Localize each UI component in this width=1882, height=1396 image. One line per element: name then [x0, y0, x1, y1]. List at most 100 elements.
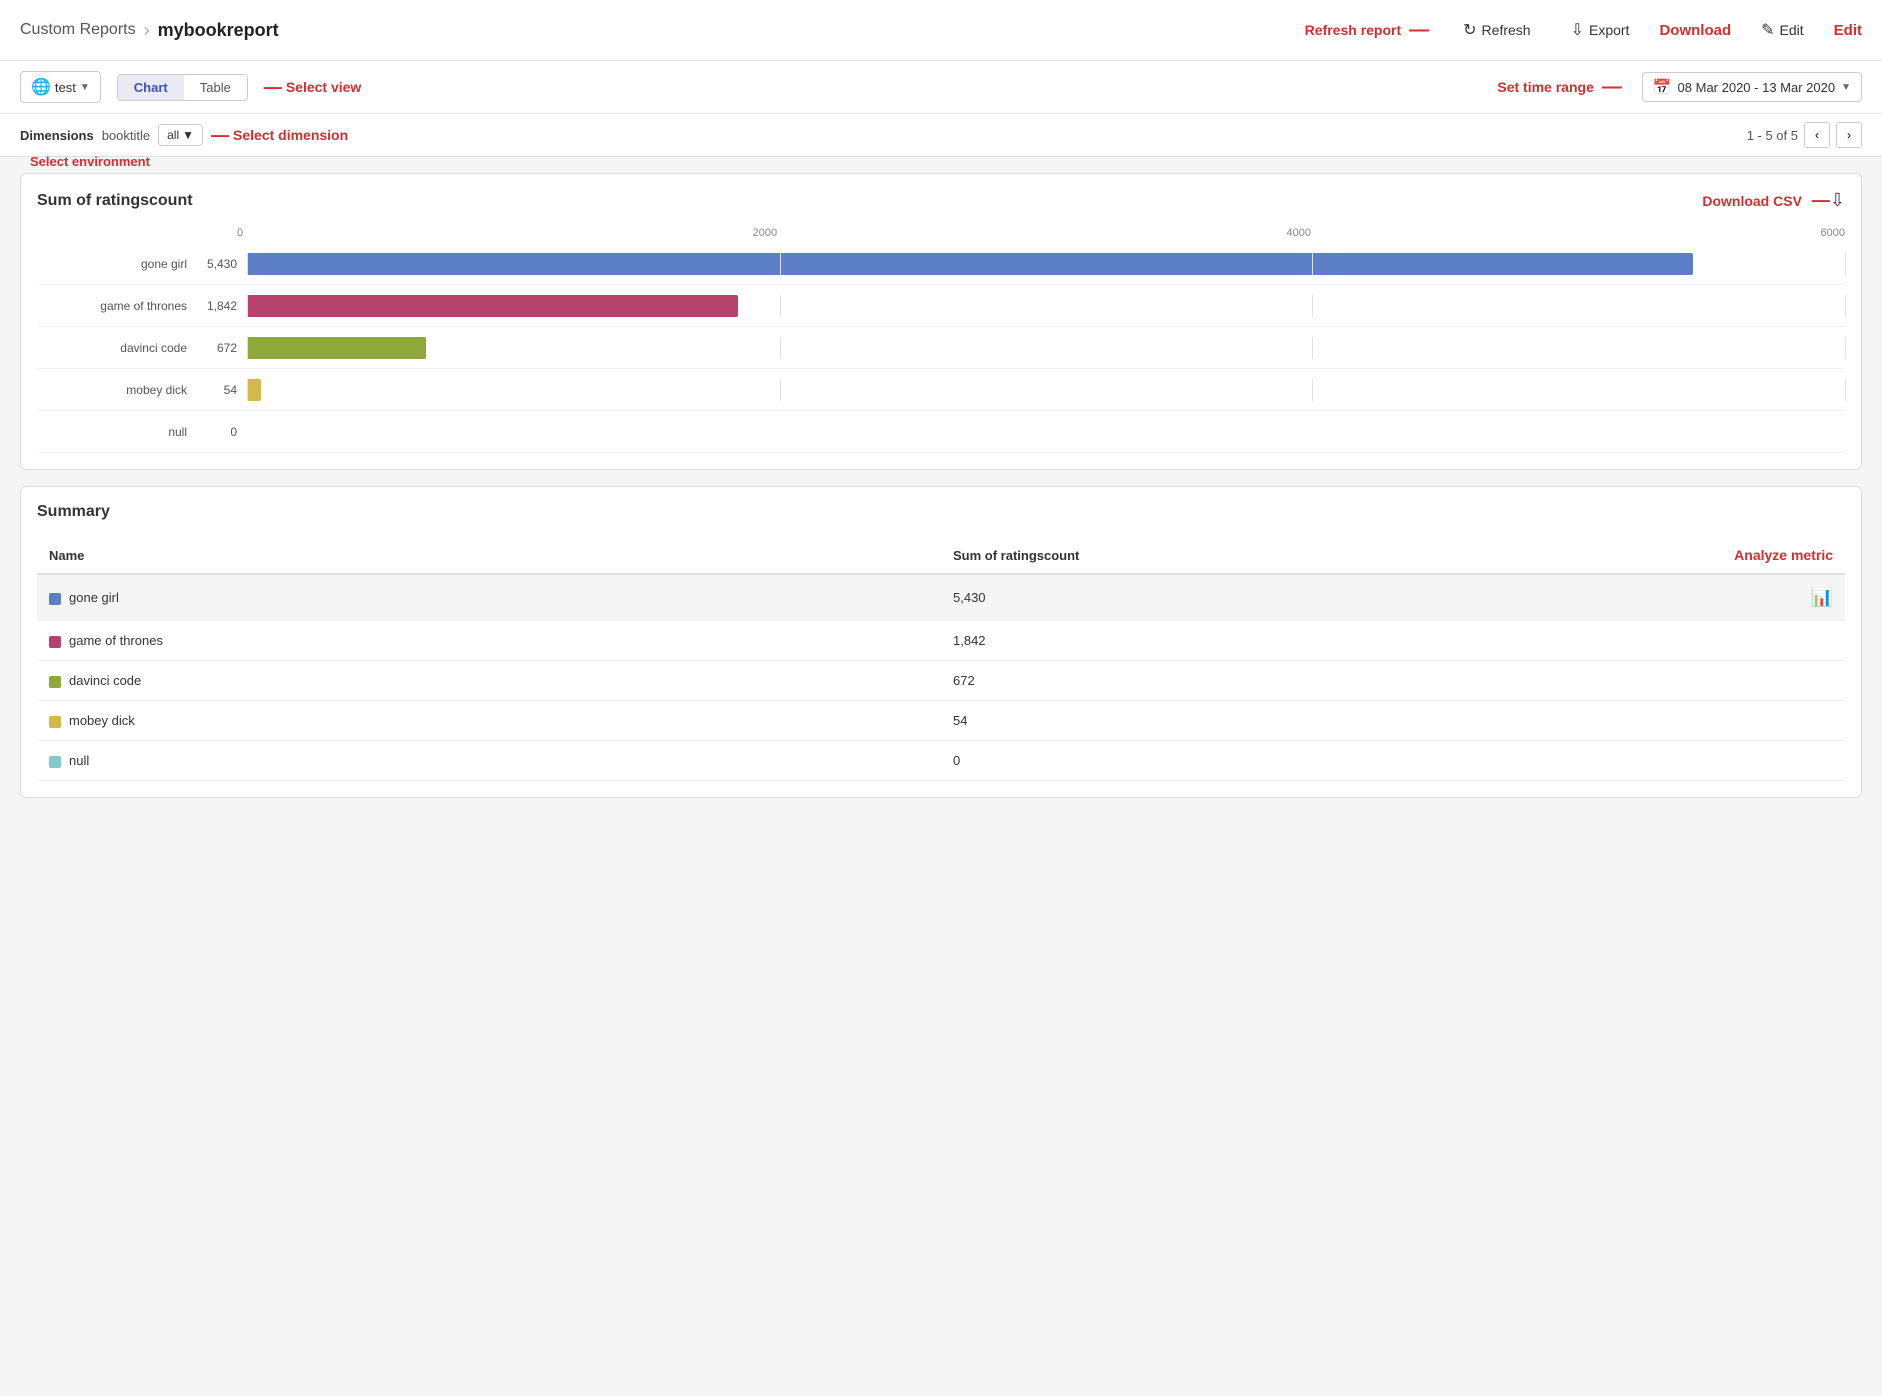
- date-range-picker[interactable]: 📅 08 Mar 2020 - 13 Mar 2020 ▼: [1642, 72, 1862, 102]
- table-cell-analyze: [1664, 701, 1845, 741]
- analyze-metric-icon[interactable]: 📊: [1811, 587, 1833, 607]
- select-view-annotation: — Select view: [264, 77, 362, 98]
- set-time-annotation: Set time range —: [1497, 76, 1625, 99]
- chart-bar-area: [247, 253, 1845, 275]
- refresh-button[interactable]: ↻ Refresh: [1453, 14, 1540, 46]
- chart-bar-area: [247, 379, 1845, 401]
- table-cell-value: 0: [941, 741, 1664, 781]
- export-icon: ⇩: [1571, 20, 1584, 40]
- chart-row-label: mobey dick: [37, 383, 197, 397]
- chart-bar-area: [247, 337, 1845, 359]
- table-cell-name: game of thrones: [37, 621, 941, 661]
- dimension-field: booktitle: [102, 128, 150, 143]
- table-cell-analyze: 📊: [1664, 574, 1845, 621]
- color-indicator: [49, 716, 61, 728]
- table-cell-analyze: [1664, 621, 1845, 661]
- next-page-button[interactable]: ›: [1836, 122, 1862, 148]
- edit-icon: ✎: [1761, 20, 1774, 40]
- chart-card-header: Sum of ratingscount Download CSV — ⇩: [37, 190, 1845, 211]
- environment-selector[interactable]: 🌐 test ▼: [20, 71, 101, 103]
- table-row: mobey dick54: [37, 701, 1845, 741]
- chart-bar-area: [247, 295, 1845, 317]
- color-indicator: [49, 756, 61, 768]
- chart-row-value: 5,430: [197, 257, 247, 271]
- download-csv-annotation: Download CSV —: [1702, 190, 1830, 211]
- table-cell-value: 672: [941, 661, 1664, 701]
- tab-table[interactable]: Table: [184, 75, 247, 100]
- dimensions-label: Dimensions: [20, 128, 94, 143]
- main-content: Sum of ratingscount Download CSV — ⇩ 0 2…: [0, 157, 1882, 814]
- chart-row: mobey dick54: [37, 369, 1845, 411]
- dimension-filter-dropdown[interactable]: all ▼: [158, 124, 203, 146]
- table-cell-analyze: [1664, 661, 1845, 701]
- breadcrumb-separator: ›: [144, 20, 150, 41]
- refresh-icon: ↻: [1463, 20, 1476, 40]
- chart-row-value: 1,842: [197, 299, 247, 313]
- app-header: Custom Reports › mybookreport Refresh re…: [0, 0, 1882, 61]
- chart-card: Sum of ratingscount Download CSV — ⇩ 0 2…: [20, 173, 1862, 470]
- chart-row-value: 0: [197, 425, 247, 439]
- tab-chart[interactable]: Chart: [118, 75, 184, 100]
- filter-chevron-icon: ▼: [182, 128, 194, 142]
- table-row: null0: [37, 741, 1845, 781]
- table-cell-value: 5,430: [941, 574, 1664, 621]
- calendar-icon: 📅: [1653, 78, 1672, 96]
- chevron-down-icon: ▼: [80, 82, 90, 93]
- chart-title: Sum of ratingscount: [37, 192, 1702, 210]
- breadcrumb-current: mybookreport: [158, 20, 279, 41]
- pagination-text: 1 - 5 of 5: [1747, 128, 1798, 143]
- chart-row: null0: [37, 411, 1845, 453]
- download-annotation: Download: [1659, 22, 1731, 39]
- view-tabs: Chart Table: [117, 74, 248, 101]
- date-chevron-icon: ▼: [1841, 82, 1851, 93]
- chart-row-value: 54: [197, 383, 247, 397]
- table-cell-value: 1,842: [941, 621, 1664, 661]
- table-cell-name: mobey dick: [37, 701, 941, 741]
- summary-card: Summary Name Sum of ratingscount Analyze…: [20, 486, 1862, 798]
- chart-row-label: davinci code: [37, 341, 197, 355]
- col-analyze: Analyze metric: [1664, 537, 1845, 574]
- table-row: davinci code672: [37, 661, 1845, 701]
- dimension-filter-value: all: [167, 128, 179, 142]
- export-button[interactable]: ⇩ Export: [1561, 14, 1640, 46]
- select-environment-annotation: Select environment: [30, 154, 150, 169]
- select-dimension-annotation: — Select dimension: [211, 125, 348, 146]
- pagination: 1 - 5 of 5 ‹ ›: [1747, 122, 1862, 148]
- download-csv-icon[interactable]: ⇩: [1830, 190, 1845, 211]
- col-name: Name: [37, 537, 941, 574]
- summary-table: Name Sum of ratingscount Analyze metric …: [37, 537, 1845, 781]
- chart-bar: [247, 379, 261, 401]
- chart-bar: [247, 337, 426, 359]
- analyze-metric-annotation: Analyze metric: [1734, 547, 1833, 563]
- chart-rows: gone girl5,430 game of thrones1,842 davinc…: [37, 243, 1845, 453]
- table-cell-name: gone girl: [37, 574, 941, 621]
- edit-button[interactable]: ✎ Edit: [1751, 14, 1814, 46]
- date-range-value: 08 Mar 2020 - 13 Mar 2020: [1678, 80, 1836, 95]
- table-cell-analyze: [1664, 741, 1845, 781]
- dimensions-bar: Dimensions booktitle all ▼ — Select dime…: [0, 114, 1882, 157]
- table-cell-name: null: [37, 741, 941, 781]
- edit-annotation: Edit: [1834, 22, 1862, 39]
- prev-page-button[interactable]: ‹: [1804, 122, 1830, 148]
- globe-icon: 🌐: [31, 77, 51, 97]
- col-value: Sum of ratingscount: [941, 537, 1664, 574]
- chart-bar: [247, 253, 1693, 275]
- summary-card-header: Summary: [37, 503, 1845, 521]
- chart-row: gone girl5,430: [37, 243, 1845, 285]
- chart-area: 0 2000 4000 6000 gone girl5,430game of t…: [37, 227, 1845, 453]
- chart-row-label: null: [37, 425, 197, 439]
- table-row: game of thrones1,842: [37, 621, 1845, 661]
- table-cell-value: 54: [941, 701, 1664, 741]
- table-row: gone girl5,430 📊: [37, 574, 1845, 621]
- header-actions: Refresh report — ↻ Refresh ⇩ Export Down…: [1305, 14, 1862, 46]
- summary-title: Summary: [37, 503, 1845, 521]
- chart-row-label: game of thrones: [37, 299, 197, 313]
- breadcrumb: Custom Reports › mybookreport: [20, 20, 1305, 41]
- breadcrumb-parent[interactable]: Custom Reports: [20, 21, 136, 39]
- toolbar: 🌐 test ▼ Chart Table — Select view Set t…: [0, 61, 1882, 114]
- chart-row-label: gone girl: [37, 257, 197, 271]
- color-indicator: [49, 676, 61, 688]
- color-indicator: [49, 593, 61, 605]
- refresh-report-annotation: Refresh report —: [1305, 19, 1433, 42]
- chart-row: davinci code672: [37, 327, 1845, 369]
